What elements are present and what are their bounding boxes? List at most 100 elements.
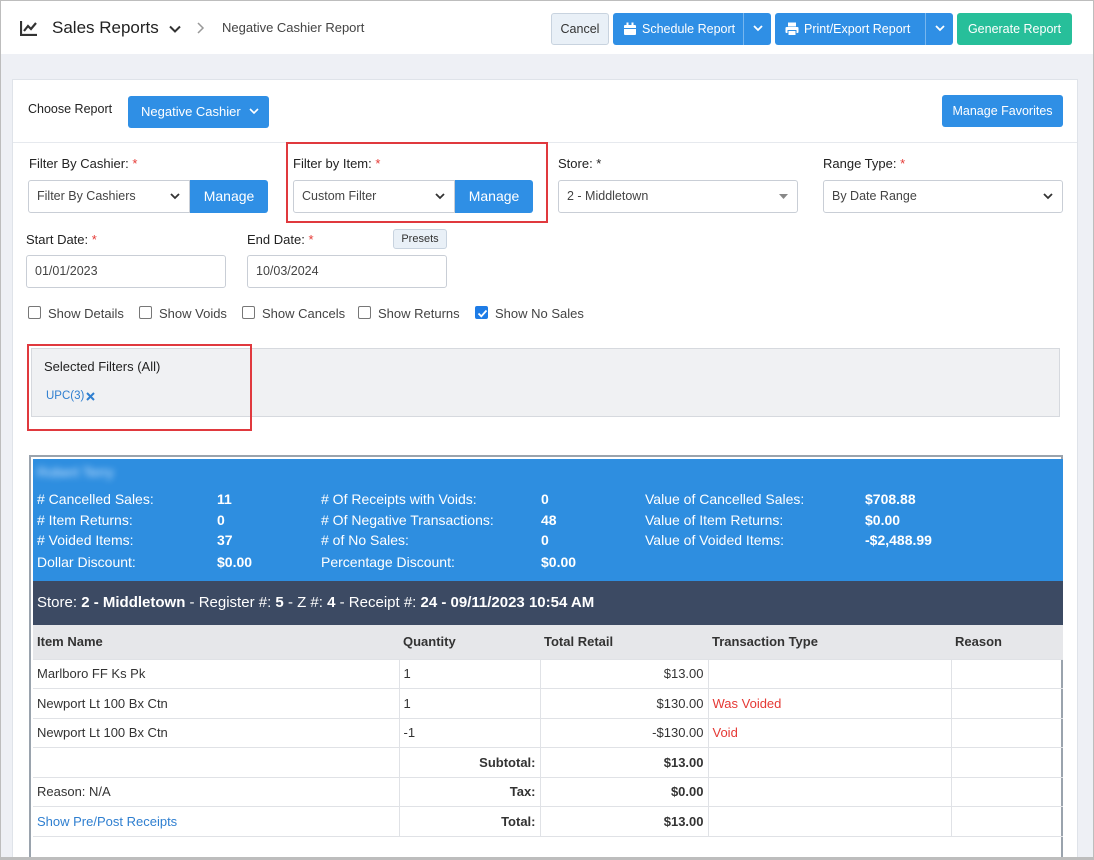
calendar-icon: [624, 22, 636, 35]
item-name: Newport Lt 100 Bx Ctn: [33, 688, 400, 719]
summary-label: # Of Receipts with Voids:: [321, 491, 477, 507]
presets-button[interactable]: Presets: [393, 229, 447, 249]
page-title[interactable]: Sales Reports: [52, 18, 159, 38]
column-header: Item Name: [33, 625, 399, 659]
item-filter-label: Filter by Item: *: [293, 156, 380, 171]
table-row: Newport Lt 100 Bx Ctn 1 $130.00 Was Void…: [33, 688, 1063, 719]
cancel-button[interactable]: Cancel: [551, 13, 609, 45]
check-icon: [477, 309, 488, 318]
total-retail: $130.00: [539, 688, 709, 719]
summary-label: Dollar Discount:: [37, 554, 136, 570]
reason: [950, 717, 1063, 748]
required-mark: *: [132, 156, 138, 171]
summary-label: Value of Item Returns:: [645, 512, 784, 528]
subtotal-row: Subtotal: $13.00: [33, 747, 1063, 778]
checkbox-box[interactable]: [28, 306, 41, 319]
summary-value: 0: [541, 532, 549, 548]
required-mark: *: [900, 156, 906, 171]
checkbox-label: Show No Sales: [495, 306, 584, 321]
register-value: 5: [275, 594, 284, 611]
manage-cashier-button[interactable]: Manage: [190, 180, 268, 213]
choose-report-value: Negative Cashier: [141, 104, 241, 119]
checkbox-box[interactable]: [139, 306, 152, 319]
summary-value: 48: [541, 512, 557, 528]
store-value: 2 - Middletown: [567, 189, 649, 203]
chevron-down-icon: [170, 193, 180, 200]
table-row: Newport Lt 100 Bx Ctn -1 -$130.00 Void: [33, 717, 1063, 748]
tax-row: Reason: N/A Tax: $0.00: [33, 776, 1063, 807]
total-retail: -$130.00: [539, 717, 709, 748]
reason: [950, 688, 1063, 719]
reason: [950, 658, 1063, 689]
quantity: -1: [398, 717, 541, 748]
start-date-input[interactable]: 01/01/2023: [26, 255, 226, 288]
summary-label: Value of Cancelled Sales:: [645, 491, 805, 507]
end-date-input[interactable]: 10/03/2024: [247, 255, 447, 288]
receipt-header: Store: 2 - Middletown - Register #: 5 - …: [33, 581, 1063, 625]
table-row: Marlboro FF Ks Pk 1 $13.00: [33, 658, 1063, 689]
z-value: 4: [327, 594, 336, 611]
summary-value: $708.88: [865, 491, 916, 507]
show-pre-post-receipts-link[interactable]: Show Pre/Post Receipts: [33, 806, 400, 837]
table-header-row: Item Name Quantity Total Retail Transact…: [33, 625, 1063, 659]
item-filter-value: Custom Filter: [302, 189, 377, 203]
checkbox-box[interactable]: [358, 306, 371, 319]
column-header: Quantity: [399, 625, 540, 659]
highlight-selected-filters: [27, 344, 252, 431]
checkbox-box-checked[interactable]: [475, 306, 488, 319]
register-label: - Register #:: [189, 594, 272, 611]
print-export-dropdown[interactable]: [925, 13, 953, 45]
cashier-filter-text: Filter By Cashier:: [29, 156, 129, 171]
manage-item-button[interactable]: Manage: [455, 180, 533, 213]
column-header: Transaction Type: [708, 625, 951, 659]
breadcrumb: Negative Cashier Report: [222, 20, 365, 35]
cashier-summary: Robert Terry # Cancelled Sales: 11 # Ite…: [33, 459, 1063, 581]
receipt-label: - Receipt #:: [339, 594, 417, 611]
cashier-filter-select[interactable]: Filter By Cashiers: [28, 180, 190, 213]
z-label: - Z #:: [287, 594, 323, 611]
summary-label: # of No Sales:: [321, 532, 409, 548]
subtotal-label: Subtotal:: [398, 747, 541, 778]
schedule-report-dropdown[interactable]: [743, 13, 771, 45]
manage-favorites-button[interactable]: Manage Favorites: [942, 95, 1063, 127]
reason-cell: Reason: N/A: [33, 776, 400, 807]
checkbox-box[interactable]: [242, 306, 255, 319]
quantity: 1: [398, 688, 541, 719]
cashier-filter-label: Filter By Cashier: *: [29, 156, 137, 171]
checkbox-label: Show Details: [48, 306, 124, 321]
summary-label: # Of Negative Transactions:: [321, 512, 494, 528]
store-label: Store: *: [558, 156, 602, 171]
start-date-text: Start Date:: [26, 232, 89, 247]
summary-label: # Cancelled Sales:: [37, 491, 154, 507]
required-mark: *: [375, 156, 381, 171]
summary-label: # Voided Items:: [37, 532, 134, 548]
total-retail: $13.00: [539, 658, 709, 689]
store-select[interactable]: 2 - Middletown: [558, 180, 798, 213]
transaction-type: Was Voided: [707, 688, 952, 719]
caret-down-icon: [779, 194, 788, 199]
summary-value: 37: [217, 532, 233, 548]
total-value: $13.00: [539, 806, 709, 837]
print-export-button[interactable]: Print/Export Report: [775, 13, 953, 45]
range-type-label: Range Type: *: [823, 156, 905, 171]
end-date-label: End Date: *: [247, 232, 314, 247]
schedule-report-button[interactable]: Schedule Report: [613, 13, 771, 45]
required-mark: *: [308, 232, 314, 247]
column-header: Total Retail: [540, 625, 708, 659]
generate-report-button[interactable]: Generate Report: [957, 13, 1072, 45]
summary-label: # Item Returns:: [37, 512, 133, 528]
choose-report-dropdown[interactable]: Negative Cashier: [128, 96, 269, 128]
item-filter-select[interactable]: Custom Filter: [293, 180, 455, 213]
range-type-select[interactable]: By Date Range: [823, 180, 1063, 213]
summary-value: $0.00: [865, 512, 901, 528]
print-export-label: Print/Export Report: [804, 22, 911, 36]
chevron-down-icon[interactable]: [168, 22, 182, 36]
checkbox-label: Show Returns: [378, 306, 460, 321]
report-result: Robert Terry # Cancelled Sales: 11 # Ite…: [29, 455, 1063, 860]
empty-cell: [950, 776, 1063, 807]
start-date-label: Start Date: *: [26, 232, 97, 247]
summary-label: Value of Voided Items:: [645, 532, 785, 548]
chevron-down-icon: [249, 108, 259, 115]
tax-label: Tax:: [398, 776, 541, 807]
store-label: Store:: [37, 594, 78, 611]
